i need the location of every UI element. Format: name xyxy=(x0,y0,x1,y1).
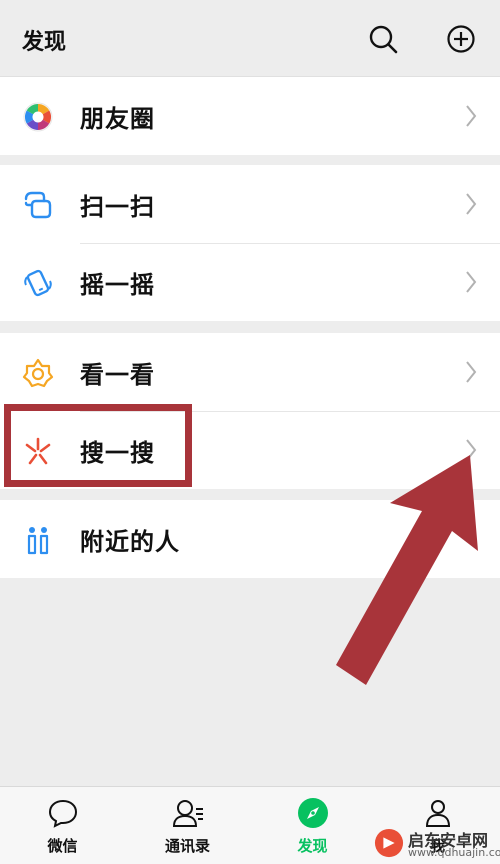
list-item-label: 朋友圈 xyxy=(80,105,155,133)
list-item-top-stories[interactable]: 看一看 xyxy=(0,333,500,411)
tab-chats[interactable]: 微信 xyxy=(0,787,125,864)
scan-icon xyxy=(24,191,52,219)
chevron-right-icon xyxy=(466,439,477,461)
page-title: 发现 xyxy=(22,30,67,55)
shake-icon xyxy=(24,269,52,297)
section-nearby: 附近的人 xyxy=(0,500,500,578)
tab-discover[interactable]: 发现 xyxy=(250,787,375,864)
moments-icon xyxy=(23,102,53,132)
tab-me[interactable]: 我 xyxy=(375,787,500,864)
tab-label: 我 xyxy=(429,837,445,855)
tab-label: 发现 xyxy=(297,837,328,855)
chevron-right-icon xyxy=(466,105,477,127)
list-item-moments[interactable]: 朋友圈 xyxy=(0,77,500,155)
list-item-label: 看一看 xyxy=(80,361,155,389)
search-icon[interactable] xyxy=(368,24,398,54)
search-sparkle-icon xyxy=(25,437,51,465)
section-stories-search: 看一看 搜一搜 xyxy=(0,333,500,489)
top-stories-icon xyxy=(22,358,54,388)
compass-icon xyxy=(298,798,328,828)
chevron-right-icon xyxy=(466,193,477,215)
tab-contacts[interactable]: 通讯录 xyxy=(125,787,250,864)
person-icon xyxy=(425,800,451,827)
tab-bar: 微信 通讯录 发现 我 xyxy=(0,786,500,864)
list-item-label: 搜一搜 xyxy=(80,439,155,467)
list-item-search[interactable]: 搜一搜 xyxy=(0,411,500,489)
list-item-scan[interactable]: 扫一扫 xyxy=(0,165,500,243)
chat-bubble-icon xyxy=(48,799,78,828)
tab-label: 通讯录 xyxy=(164,837,210,855)
list-item-shake[interactable]: 摇一摇 xyxy=(0,243,500,321)
list-item-label: 扫一扫 xyxy=(80,193,155,221)
section-scan-shake: 扫一扫 摇一摇 xyxy=(0,165,500,321)
chevron-right-icon xyxy=(466,271,477,293)
section-moments: 朋友圈 xyxy=(0,77,500,155)
list-item-people-nearby[interactable]: 附近的人 xyxy=(0,500,500,578)
contacts-icon xyxy=(172,800,203,827)
list-item-label: 摇一摇 xyxy=(80,271,155,299)
tab-label: 微信 xyxy=(47,837,78,855)
list-item-label: 附近的人 xyxy=(80,528,180,556)
people-nearby-icon xyxy=(27,527,49,555)
header: 发现 xyxy=(0,0,500,77)
chevron-right-icon xyxy=(466,361,477,383)
add-circle-icon[interactable] xyxy=(446,24,476,54)
